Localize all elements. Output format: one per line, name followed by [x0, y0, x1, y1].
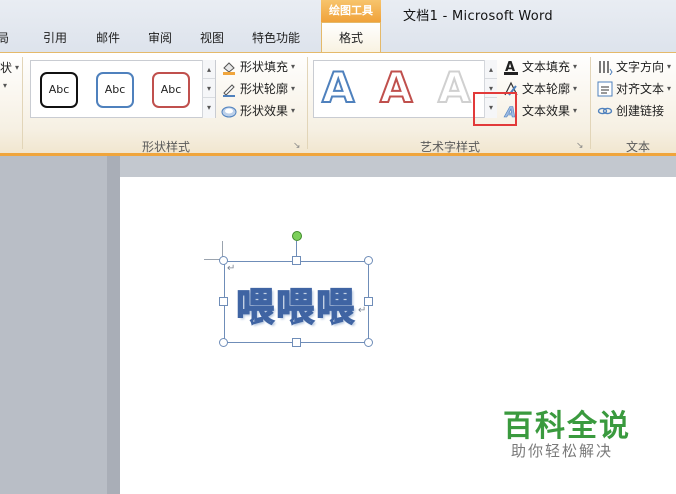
group-separator	[307, 57, 308, 149]
dialog-launcher-icon[interactable]: ↘	[293, 141, 301, 151]
text-direction-icon	[597, 59, 613, 75]
create-link-label: 创建链接	[616, 104, 665, 118]
rotate-handle[interactable]	[292, 231, 302, 241]
shape-fill-label: 形状填充	[240, 60, 289, 74]
tab-mailings[interactable]: 邮件	[96, 29, 120, 46]
align-text-icon	[597, 81, 613, 97]
dropdown-caret-icon: ▾	[573, 84, 578, 93]
shape-effect-icon	[221, 103, 237, 119]
watermark-subtitle: 助你轻松解决	[511, 442, 614, 460]
shape-effect-button[interactable]: 形状效果 ▾	[221, 102, 295, 119]
ribbon: 状 ▾ ▾ Abc Abc Abc ▴ ▾ ▾ 形状填充 ▾ 形状轮廓 ▾ 形状效…	[0, 52, 676, 154]
tab-format[interactable]: 格式	[321, 22, 381, 54]
document-canvas-background	[107, 156, 676, 177]
shape-style-gallery[interactable]: Abc Abc Abc	[30, 60, 216, 118]
text-direction-button[interactable]: 文字方向 ▾	[597, 58, 671, 75]
dropdown-caret-icon: ▾	[291, 84, 296, 93]
resize-handle-bottom[interactable]	[292, 338, 301, 347]
shape-style-black[interactable]: Abc	[40, 72, 78, 108]
shape-outline-label: 形状轮廓	[240, 82, 289, 96]
shape-outline-button[interactable]: 形状轮廓 ▾	[221, 80, 295, 97]
shape-effect-label: 形状效果	[240, 104, 289, 118]
wordart-style-red[interactable]: A	[379, 62, 413, 113]
tab-view[interactable]: 视图	[200, 29, 224, 46]
shape-style-blue[interactable]: Abc	[96, 72, 134, 108]
title-bar: 局 引用 邮件 审阅 视图 特色功能 绘图工具 格式 文档1 - Microso…	[0, 0, 676, 54]
text-direction-label: 文字方向	[616, 60, 665, 74]
text-fill-icon: A	[503, 59, 519, 75]
text-outline-label: 文本轮廓	[522, 82, 571, 96]
shape-gallery-scroll[interactable]: ▴ ▾ ▾	[202, 60, 215, 118]
align-text-label: 对齐文本	[616, 82, 665, 96]
group-separator	[590, 57, 591, 149]
highlight-annotation-box	[473, 92, 517, 126]
text-fill-label: 文本填充	[522, 60, 571, 74]
pen-outline-icon	[221, 81, 237, 97]
wordart-style-gallery[interactable]: A A A	[313, 60, 497, 118]
left-stub-command[interactable]: 状 ▾	[0, 59, 19, 76]
dropdown-caret-icon: ▾	[291, 106, 296, 115]
link-icon	[597, 103, 613, 119]
scroll-up-icon[interactable]: ▴	[485, 60, 497, 79]
tab-special-features[interactable]: 特色功能	[252, 29, 300, 46]
dialog-launcher-icon[interactable]: ↘	[576, 141, 584, 151]
tab-references[interactable]: 引用	[43, 29, 67, 46]
create-link-button[interactable]: 创建链接	[597, 102, 664, 119]
wordart-style-blue[interactable]: A	[321, 62, 355, 113]
tab-review[interactable]: 审阅	[148, 29, 172, 46]
shape-fill-button[interactable]: 形状填充 ▾	[221, 58, 295, 75]
resize-handle-top[interactable]	[292, 256, 301, 265]
resize-handle-top-right[interactable]	[364, 256, 373, 265]
left-stub-command-2[interactable]: ▾	[0, 81, 7, 90]
shape-style-red[interactable]: Abc	[152, 72, 190, 108]
dropdown-caret-icon: ▾	[291, 62, 296, 71]
tab-layout[interactable]: 局	[0, 29, 9, 46]
drawing-tools-context-label: 绘图工具	[321, 0, 381, 22]
left-stub-label: 状	[0, 61, 13, 75]
resize-handle-right[interactable]	[364, 297, 373, 306]
dropdown-caret-icon: ▾	[3, 81, 8, 90]
scroll-up-icon[interactable]: ▴	[203, 60, 215, 79]
text-fill-button[interactable]: A 文本填充 ▾	[503, 58, 577, 75]
resize-handle-top-left[interactable]	[219, 256, 228, 265]
page-shadow	[107, 156, 120, 494]
dropdown-caret-icon: ▾	[573, 106, 578, 115]
resize-handle-bottom-left[interactable]	[219, 338, 228, 347]
wordart-style-gray[interactable]: A	[437, 62, 471, 113]
scroll-down-icon[interactable]: ▾	[203, 79, 215, 98]
resize-handle-left[interactable]	[219, 297, 228, 306]
dropdown-caret-icon: ▾	[667, 62, 672, 71]
group-separator	[22, 57, 23, 149]
text-effect-label: 文本效果	[522, 104, 571, 118]
dropdown-caret-icon: ▾	[15, 63, 20, 72]
dropdown-caret-icon: ▾	[667, 84, 672, 93]
gallery-more-icon[interactable]: ▾	[203, 98, 215, 117]
align-text-button[interactable]: 对齐文本 ▾	[597, 80, 671, 97]
resize-handle-bottom-right[interactable]	[364, 338, 373, 347]
window-title: 文档1 - Microsoft Word	[403, 9, 553, 24]
dropdown-caret-icon: ▾	[573, 62, 578, 71]
watermark-title: 百科全说	[503, 409, 631, 444]
paint-bucket-icon	[221, 59, 237, 75]
wordart-text[interactable]: 喂喂喂	[235, 276, 356, 331]
